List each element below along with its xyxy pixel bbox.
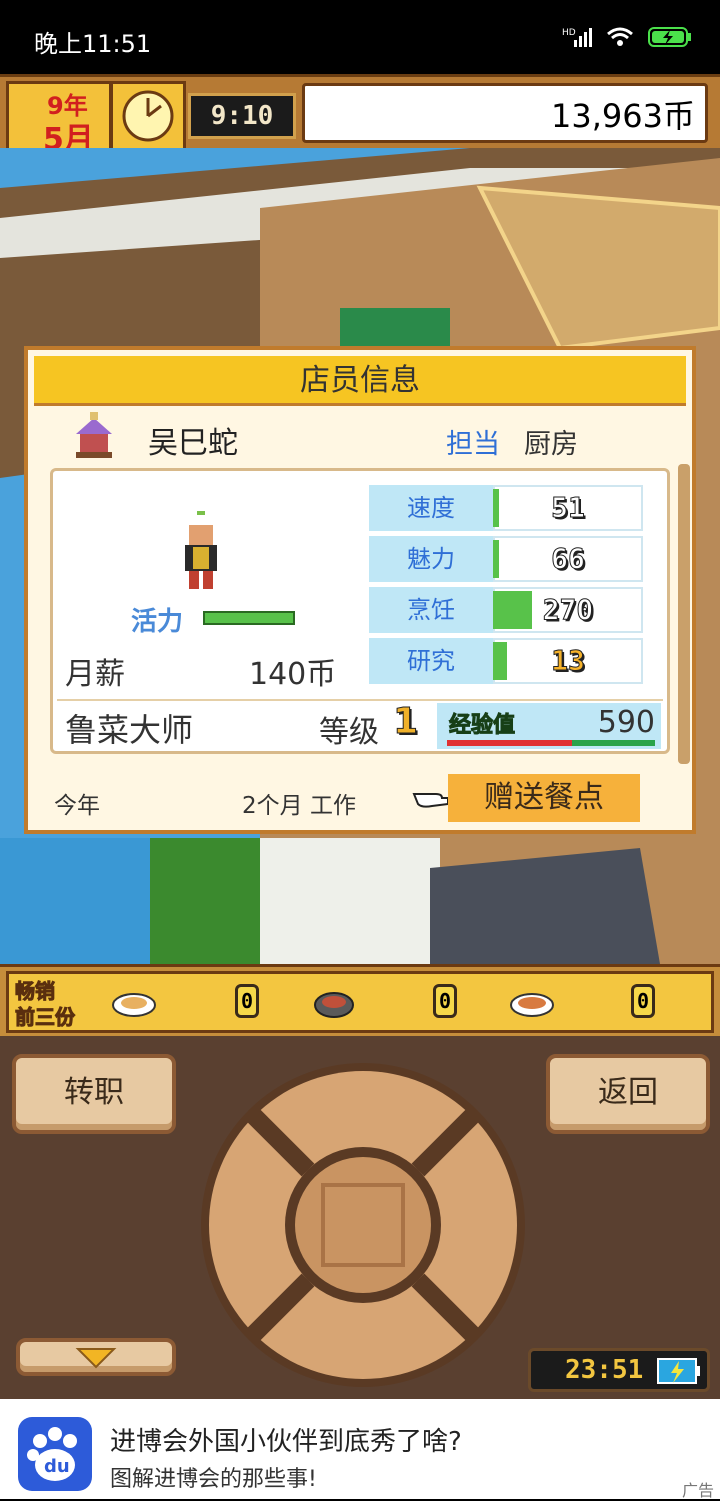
battery-icon [657, 1358, 700, 1384]
stat-value: 270 [542, 593, 594, 627]
chevron-down-icon [75, 1348, 117, 1369]
salary-value: 140币 [249, 657, 337, 692]
in-game-time: 9:10 [188, 93, 296, 139]
bestseller-count: 0 [631, 984, 655, 1018]
stat-row-speed: 速度 51 [369, 485, 645, 531]
svg-text:du: du [44, 1456, 70, 1477]
directional-dial[interactable] [198, 1060, 528, 1390]
vitality-bar [203, 611, 295, 625]
dish-icon [510, 993, 554, 1017]
stats-panel: 速度 51 魅力 66 烹饪 270 研究 13 [369, 485, 645, 689]
stat-row-charm: 魅力 66 [369, 536, 645, 582]
ad-banner[interactable]: du 进博会外国小伙伴到底秀了啥? 图解进博会的那些事! 广告 [0, 1399, 720, 1500]
dish-icon [112, 993, 156, 1017]
game-top-bar: 9年 5月 9:10 13,963币 [0, 74, 720, 157]
dish-icon [314, 992, 354, 1018]
work-duration: 2个月 工作 [242, 793, 356, 819]
bestseller-count: 0 [235, 984, 259, 1018]
experience-value: 590 [597, 705, 655, 740]
svg-text:HD: HD [562, 28, 576, 38]
stat-row-cooking: 烹饪 270 [369, 587, 645, 633]
experience-label: 经验值 [448, 713, 516, 739]
dialog-footer: 今年 2个月 工作 赠送餐点 [28, 774, 692, 824]
status-icons: HD [562, 26, 692, 48]
date-display: 9年 5月 [6, 81, 112, 157]
status-bar: 晚上11:51 HD [0, 0, 720, 78]
ad-subline: 图解进博会的那些事! [110, 1467, 317, 1492]
bestsellers-label: 畅销 前三份 [15, 979, 76, 1030]
stat-name: 魅力 [369, 536, 493, 582]
staff-card: 活力 月薪 140币 速度 51 魅力 66 烹饪 270 研究 13 鲁菜大师… [50, 468, 670, 754]
chef-rank-icon [76, 412, 112, 458]
assignment-value: 厨房 [524, 429, 578, 460]
specialty-title: 鲁菜大师 [65, 711, 194, 749]
pointing-hand-icon [412, 793, 449, 808]
this-year-label: 今年 [54, 793, 100, 819]
staff-info-dialog: 店员信息 吴巳蛇 担当 厨房 活力 月薪 140币 速度 51 魅力 66 烹饪… [24, 346, 696, 834]
status-time: 晚上11:51 [34, 30, 152, 58]
bestsellers-bar: 畅销 前三份 0 0 0 [0, 964, 720, 1042]
wifi-icon [607, 27, 633, 46]
money-display: 13,963币 [302, 83, 708, 143]
dialog-title: 店员信息 [34, 356, 686, 406]
signal-icon: HD [562, 28, 592, 47]
stat-value: 51 [551, 491, 586, 525]
vitality-label: 活力 [131, 607, 184, 637]
experience-bar-fill [447, 740, 572, 746]
dialog-scrollbar[interactable] [678, 464, 690, 764]
experience-box: 经验值 590 [437, 703, 661, 749]
stat-name: 速度 [369, 485, 493, 531]
level-row: 鲁菜大师 等级 1 经验值 590 [57, 699, 663, 750]
game-clock: 23:51 [528, 1348, 710, 1392]
battery-charging-icon [648, 27, 691, 47]
employee-name: 吴巳蛇 [148, 426, 238, 461]
stat-value: 13 [551, 644, 586, 678]
clock-icon [110, 81, 186, 151]
ad-tag: 广告 [681, 1481, 714, 1500]
transfer-job-button[interactable]: 转职 [12, 1054, 176, 1134]
level-label: 等级 [319, 715, 379, 750]
ad-headline: 进博会外国小伙伴到底秀了啥? [110, 1427, 462, 1457]
bestseller-count: 0 [433, 984, 457, 1018]
salary-label: 月薪 [65, 657, 125, 692]
back-button[interactable]: 返回 [546, 1054, 710, 1134]
gift-meal-button[interactable]: 赠送餐点 [448, 774, 640, 822]
game-clock-time: 23:51 [565, 1355, 644, 1385]
chef-sprite [185, 511, 217, 589]
stat-row-research: 研究 13 [369, 638, 645, 684]
stat-value: 66 [551, 542, 586, 576]
level-value: 1 [392, 701, 419, 743]
control-panel: 转职 返回 23:51 [0, 1036, 720, 1400]
assignment-label: 担当 [446, 429, 500, 460]
stat-name: 研究 [369, 638, 493, 684]
expand-down-button[interactable] [16, 1338, 176, 1376]
baidu-logo-icon: du [18, 1417, 92, 1491]
stat-name: 烹饪 [369, 587, 493, 633]
